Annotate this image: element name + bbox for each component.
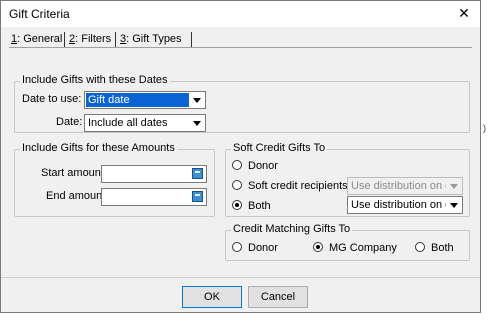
soft-credit-recipients-radio[interactable]: Soft credit recipients	[232, 180, 348, 192]
soft-credit-group-title: Soft Credit Gifts To	[231, 142, 328, 154]
tab-general[interactable]: 1: General	[11, 31, 62, 47]
recipients-distribution-value: Use distribution on gift	[351, 180, 460, 192]
radio-icon	[232, 242, 242, 252]
ok-button[interactable]: OK	[182, 286, 242, 308]
title-bar: Gift Criteria ✕	[1, 1, 480, 27]
dates-group-title: Include Gifts with these Dates	[20, 74, 170, 86]
chevron-down-icon[interactable]	[446, 197, 462, 213]
both-distribution-select[interactable]: Use distribution on gift	[347, 196, 463, 214]
radio-icon	[232, 200, 242, 210]
matching-donor-radio[interactable]: Donor	[232, 242, 278, 254]
window-title: Gift Criteria	[9, 7, 70, 21]
dates-group: Include Gifts with these Dates Date to u…	[14, 74, 470, 133]
soft-credit-group: Soft Credit Gifts To Donor Soft credit r…	[225, 142, 470, 217]
tab-divider	[64, 32, 65, 47]
tab-divider	[115, 32, 116, 47]
radio-icon	[415, 242, 425, 252]
chevron-down-icon[interactable]	[446, 178, 462, 194]
matching-both-radio[interactable]: Both	[415, 242, 454, 254]
start-amount-label: Start amount:	[41, 167, 108, 179]
soft-credit-both-radio[interactable]: Both	[232, 200, 271, 212]
date-select[interactable]: Include all dates	[84, 114, 206, 132]
end-amount-input[interactable]	[101, 188, 207, 206]
recipients-distribution-select[interactable]: Use distribution on gift	[347, 177, 463, 195]
amounts-group: Include Gifts for these Amounts Start am…	[14, 142, 215, 217]
edge-fragment: )	[483, 123, 486, 133]
start-amount-input[interactable]	[101, 165, 207, 183]
radio-icon	[313, 242, 323, 252]
date-label: Date:	[56, 116, 83, 128]
amounts-group-title: Include Gifts for these Amounts	[20, 142, 177, 154]
soft-credit-donor-radio[interactable]: Donor	[232, 160, 278, 172]
date-to-use-value: Gift date	[86, 93, 190, 107]
tab-divider	[191, 32, 192, 47]
date-to-use-label: Date to use:	[22, 93, 82, 105]
matching-group: Credit Matching Gifts To Donor MG Compan…	[225, 223, 470, 261]
close-icon[interactable]: ✕	[454, 4, 474, 22]
radio-icon	[232, 180, 242, 190]
calculator-icon[interactable]	[192, 191, 203, 202]
cancel-button[interactable]: Cancel	[248, 286, 308, 308]
end-amount-label: End amount:	[46, 190, 109, 202]
date-value: Include all dates	[88, 117, 168, 129]
tab-gift-types[interactable]: 3: Gift Types	[120, 31, 182, 47]
calculator-icon[interactable]	[192, 168, 203, 179]
chevron-down-icon[interactable]	[189, 92, 205, 108]
tab-filters[interactable]: 2: Filters	[69, 31, 111, 47]
button-separator	[1, 277, 480, 278]
gift-criteria-dialog: Gift Criteria ✕ 1: General 2: Filters 3:…	[0, 0, 481, 313]
date-to-use-select[interactable]: Gift date	[84, 91, 206, 109]
matching-group-title: Credit Matching Gifts To	[231, 223, 353, 235]
chevron-down-icon[interactable]	[189, 115, 205, 131]
radio-icon	[232, 160, 242, 170]
tab-underline	[9, 47, 472, 48]
matching-mg-company-radio[interactable]: MG Company	[313, 242, 397, 254]
both-distribution-value: Use distribution on gift	[351, 199, 460, 211]
